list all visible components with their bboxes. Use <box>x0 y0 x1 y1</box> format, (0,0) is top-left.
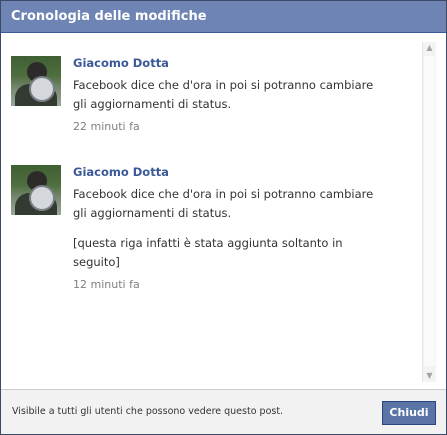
message-line: seguito] <box>73 255 120 269</box>
close-button[interactable]: Chiudi <box>382 401 436 425</box>
scroll-thumb[interactable] <box>424 56 435 366</box>
visibility-note: Visibile a tutti gli utenti che possono … <box>12 406 284 417</box>
edit-history-dialog: Cronologia delle modifiche Giacomo Dotta… <box>0 0 447 435</box>
entry-message: Facebook dice che d'ora in poi si potran… <box>73 76 403 114</box>
dialog-content: Giacomo Dotta Facebook dice che d'ora in… <box>1 34 446 389</box>
message-line: gli aggiornamenti di status. <box>73 97 232 111</box>
avatar[interactable] <box>11 165 61 215</box>
message-line: [questa riga infatti è stata aggiunta so… <box>73 236 343 250</box>
entry-message: Facebook dice che d'ora in poi si potran… <box>73 185 403 272</box>
avatar[interactable] <box>11 56 61 106</box>
author-link[interactable]: Giacomo Dotta <box>73 56 403 76</box>
entry-timestamp: 22 minuti fa <box>73 120 140 133</box>
message-line: gli aggiornamenti di status. <box>73 206 232 220</box>
entry-timestamp: 12 minuti fa <box>73 278 140 291</box>
author-link[interactable]: Giacomo Dotta <box>73 165 403 185</box>
scroll-down-arrow-icon[interactable]: ▼ <box>423 370 436 382</box>
entry-body: Giacomo Dotta Facebook dice che d'ora in… <box>73 165 403 291</box>
dialog-footer: Visibile a tutti gli utenti che possono … <box>1 389 446 434</box>
scroll-up-arrow-icon[interactable]: ▲ <box>423 42 436 54</box>
dialog-title: Cronologia delle modifiche <box>1 1 446 33</box>
message-line: Facebook dice che d'ora in poi si potran… <box>73 78 374 92</box>
history-list: Giacomo Dotta Facebook dice che d'ora in… <box>1 34 421 389</box>
entry-body: Giacomo Dotta Facebook dice che d'ora in… <box>73 56 403 133</box>
vertical-scrollbar[interactable]: ▲ ▼ <box>422 42 436 382</box>
message-line: Facebook dice che d'ora in poi si potran… <box>73 187 374 201</box>
